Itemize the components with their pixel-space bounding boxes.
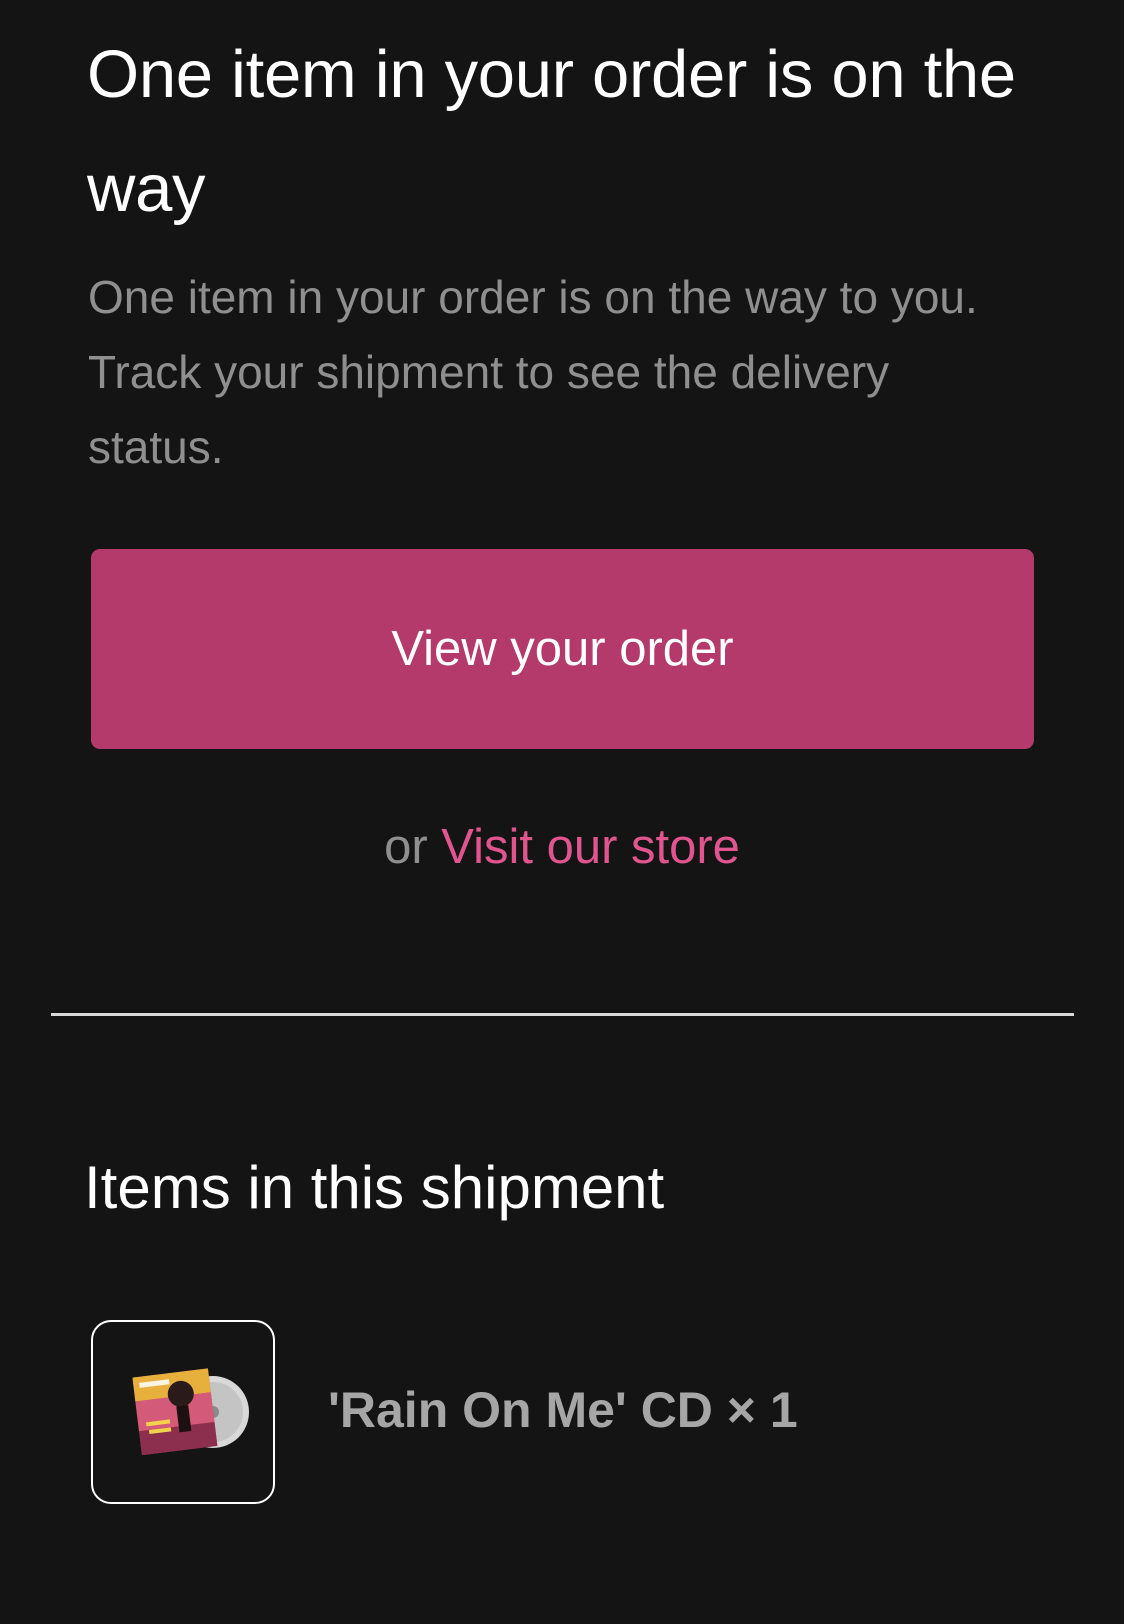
item-label: 'Rain On Me' CD × 1 — [328, 1382, 798, 1438]
visit-store-link[interactable]: Visit our store — [441, 820, 740, 874]
section-divider — [51, 1013, 1074, 1016]
album-cd-thumbnail-icon — [132, 1368, 249, 1456]
shipment-section-title: Items in this shipment — [84, 1154, 665, 1221]
notification-heading: One item in your order is on the way — [87, 37, 1016, 226]
secondary-action-row: or Visit our store — [0, 810, 1124, 884]
product-thumbnail — [91, 1320, 275, 1504]
notification-description: One item in your order is on the way to … — [88, 271, 978, 473]
view-order-button[interactable]: View your order — [91, 549, 1034, 749]
shipment-item-row[interactable]: 'Rain On Me' CD × 1 — [91, 1320, 1031, 1504]
or-text: or — [384, 820, 428, 874]
